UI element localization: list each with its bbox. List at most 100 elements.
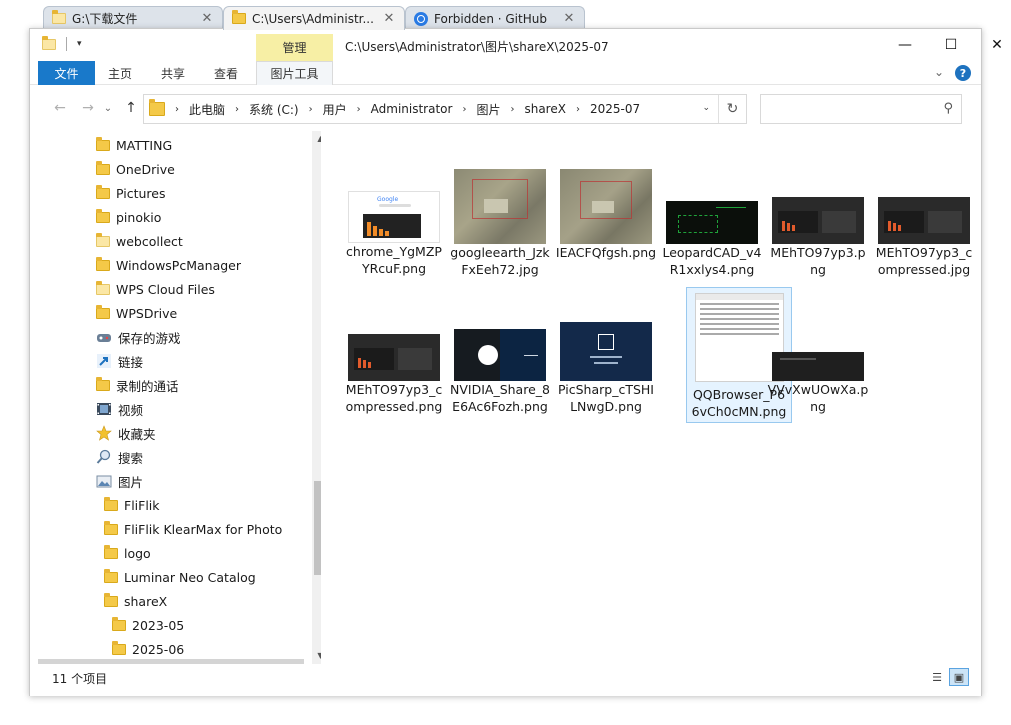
breadcrumb-users[interactable]: 用户 — [323, 101, 347, 118]
sidebar-item-label: 录制的通话 — [116, 378, 179, 394]
sidebar-item-logo[interactable]: logo — [104, 541, 151, 565]
maximize-button[interactable]: ☐ — [928, 29, 974, 61]
sidebar-item-favorites[interactable]: 收藏夹 — [96, 421, 156, 445]
sidebar-item-webcollect[interactable]: webcollect — [96, 229, 183, 253]
breadcrumb-this-pc[interactable]: 此电脑 — [189, 101, 225, 118]
scroll-up-icon[interactable]: ▲ — [312, 131, 321, 147]
status-bar: 11 个项目 ☰ ▣ — [30, 664, 981, 696]
sidebar-item-2023-05[interactable]: 2023-05 — [112, 613, 184, 637]
up-button[interactable]: ↑ — [121, 98, 141, 118]
file-name: MEhTO97yp3_compressed.png — [345, 382, 443, 414]
breadcrumb-separator[interactable]: › — [309, 104, 313, 115]
item-count: 11 个项目 — [52, 672, 108, 686]
sidebar-item-pinokio[interactable]: pinokio — [96, 205, 161, 229]
tab-downloads[interactable]: G:\下载文件 ✕ — [43, 6, 223, 30]
ribbon-tab-file[interactable]: 文件 — [38, 61, 95, 85]
file-item[interactable]: NVIDIA_Share_8E6Ac6Fozh.png — [447, 287, 553, 415]
sidebar-item-searches[interactable]: 搜索 — [96, 445, 143, 469]
minimize-button[interactable]: — — [882, 29, 928, 61]
sidebar-item-label: WPS Cloud Files — [116, 281, 215, 297]
sidebar-item-label: Luminar Neo Catalog — [124, 569, 256, 585]
tab-github[interactable]: Forbidden · GitHub ✕ — [405, 6, 585, 30]
sidebar-item-label: 2025-06 — [132, 641, 185, 657]
sidebar-item-wps-cloud-files[interactable]: WPS Cloud Files — [96, 277, 215, 301]
file-item[interactable]: MEhTO97yp3_compressed.png — [341, 287, 447, 415]
breadcrumb-separator[interactable]: › — [510, 104, 514, 115]
sidebar-item-luminar-neo[interactable]: Luminar Neo Catalog — [104, 565, 256, 589]
breadcrumb-separator[interactable]: › — [357, 104, 361, 115]
sidebar-item-videos[interactable]: 视频 — [96, 397, 143, 421]
breadcrumb-system-c[interactable]: 系统 (C:) — [249, 101, 299, 118]
ribbon-tab-share[interactable]: 共享 — [153, 61, 193, 85]
search-icon[interactable]: ⚲ — [943, 101, 953, 116]
customize-toolbar-icon[interactable]: ▾ — [77, 39, 82, 49]
breadcrumb-separator[interactable]: › — [235, 104, 239, 115]
tab-label: C:\Users\Administr... — [252, 11, 374, 26]
sidebar-item-label: WindowsPcManager — [116, 257, 241, 273]
image-thumbnail — [878, 197, 970, 244]
forward-button[interactable]: → — [78, 98, 98, 118]
pictures-icon — [96, 473, 112, 489]
sidebar-item-onedrive[interactable]: OneDrive — [96, 157, 175, 181]
breadcrumb-sharex[interactable]: shareX — [524, 102, 565, 116]
address-bar[interactable]: › 此电脑 › 系统 (C:) › 用户 › Administrator › 图… — [143, 94, 747, 124]
breadcrumb-separator[interactable]: › — [175, 104, 179, 115]
close-icon[interactable]: ✕ — [200, 11, 214, 26]
scroll-down-icon[interactable]: ▼ — [312, 648, 321, 664]
search-box[interactable]: ⚲ — [760, 94, 962, 124]
saved-games-icon — [96, 329, 112, 345]
breadcrumb-pictures[interactable]: 图片 — [476, 101, 500, 118]
sidebar-item-2025-06[interactable]: 2025-06 — [112, 637, 184, 661]
file-item[interactable]: LeopardCAD_v4R1xxlys4.png — [659, 169, 765, 278]
file-item[interactable]: PicSharp_cTSHILNwgD.png — [553, 287, 659, 415]
navigation-pane: MATTING OneDrive Pictures pinokio webcol… — [38, 131, 321, 664]
file-item[interactable]: Google chrome_YgMZPYRcuF.png — [341, 169, 447, 277]
sidebar-item-links[interactable]: 链接 — [96, 349, 143, 373]
close-icon[interactable]: ✕ — [562, 11, 576, 26]
ribbon-tab-home[interactable]: 主页 — [100, 61, 140, 85]
sidebar-item-wpsdrive[interactable]: WPSDrive — [96, 301, 177, 325]
sidebar-item-windowspcmanager[interactable]: WindowsPcManager — [96, 253, 241, 277]
details-view-button[interactable]: ☰ — [927, 668, 947, 686]
file-item[interactable]: googleearth_JzkFxEeh72.jpg — [447, 169, 553, 278]
file-item[interactable]: IEACFQfgsh.png — [553, 169, 659, 261]
close-icon[interactable]: ✕ — [382, 11, 396, 26]
sidebar-item-saved-games[interactable]: 保存的游戏 — [96, 325, 181, 349]
sidebar-item-pictures-folder[interactable]: Pictures — [96, 181, 166, 205]
file-item[interactable]: VVvXwUOwXa.png — [765, 287, 871, 415]
thumbnail-view-button[interactable]: ▣ — [949, 668, 969, 686]
ribbon-expand-icon[interactable]: ⌄ — [934, 65, 944, 79]
manage-context-tab[interactable]: 管理 — [256, 34, 333, 61]
sidebar-item-sharex[interactable]: shareX — [104, 589, 167, 613]
close-button[interactable]: ✕ — [974, 29, 1011, 61]
file-item[interactable]: MEhTO97yp3_compressed.jpg — [871, 169, 977, 278]
folder-icon — [96, 376, 110, 391]
recent-locations-button[interactable]: ⌄ — [102, 98, 114, 118]
sidebar-item-fliflik[interactable]: FliFlik — [104, 493, 160, 517]
sidebar-item-recorded-calls[interactable]: 录制的通话 — [96, 373, 179, 397]
ribbon-tab-picture-tools[interactable]: 图片工具 — [256, 61, 333, 85]
folder-icon — [96, 304, 110, 319]
breadcrumb-administrator[interactable]: Administrator — [371, 102, 453, 116]
ribbon-tab-view[interactable]: 查看 — [206, 61, 246, 85]
back-button[interactable]: ← — [50, 98, 70, 118]
navigation-scrollbar[interactable]: ▲ ▼ — [312, 131, 321, 664]
scrollbar-thumb[interactable] — [314, 481, 321, 575]
sidebar-item-label: Pictures — [116, 185, 166, 201]
sidebar-item-fliflik-klearmax[interactable]: FliFlik KlearMax for Photo — [104, 517, 282, 541]
breadcrumb-separator[interactable]: › — [462, 104, 466, 115]
breadcrumb-separator[interactable]: › — [576, 104, 580, 115]
address-dropdown-icon[interactable]: ⌄ — [702, 103, 710, 113]
file-item[interactable]: MEhTO97yp3.png — [765, 169, 871, 278]
breadcrumb-2025-07[interactable]: 2025-07 — [590, 102, 640, 116]
sidebar-item-label: WPSDrive — [116, 305, 178, 321]
tab-sharex[interactable]: C:\Users\Administr... ✕ — [223, 6, 405, 30]
folder-icon — [52, 10, 66, 24]
sidebar-item-matting[interactable]: MATTING — [96, 133, 172, 157]
folder-icon[interactable] — [42, 35, 56, 50]
help-icon[interactable]: ? — [955, 65, 971, 81]
refresh-button[interactable]: ↻ — [718, 95, 746, 123]
folder-icon — [104, 520, 118, 535]
sidebar-item-pictures[interactable]: 图片 — [96, 469, 143, 493]
image-thumbnail — [772, 197, 864, 244]
